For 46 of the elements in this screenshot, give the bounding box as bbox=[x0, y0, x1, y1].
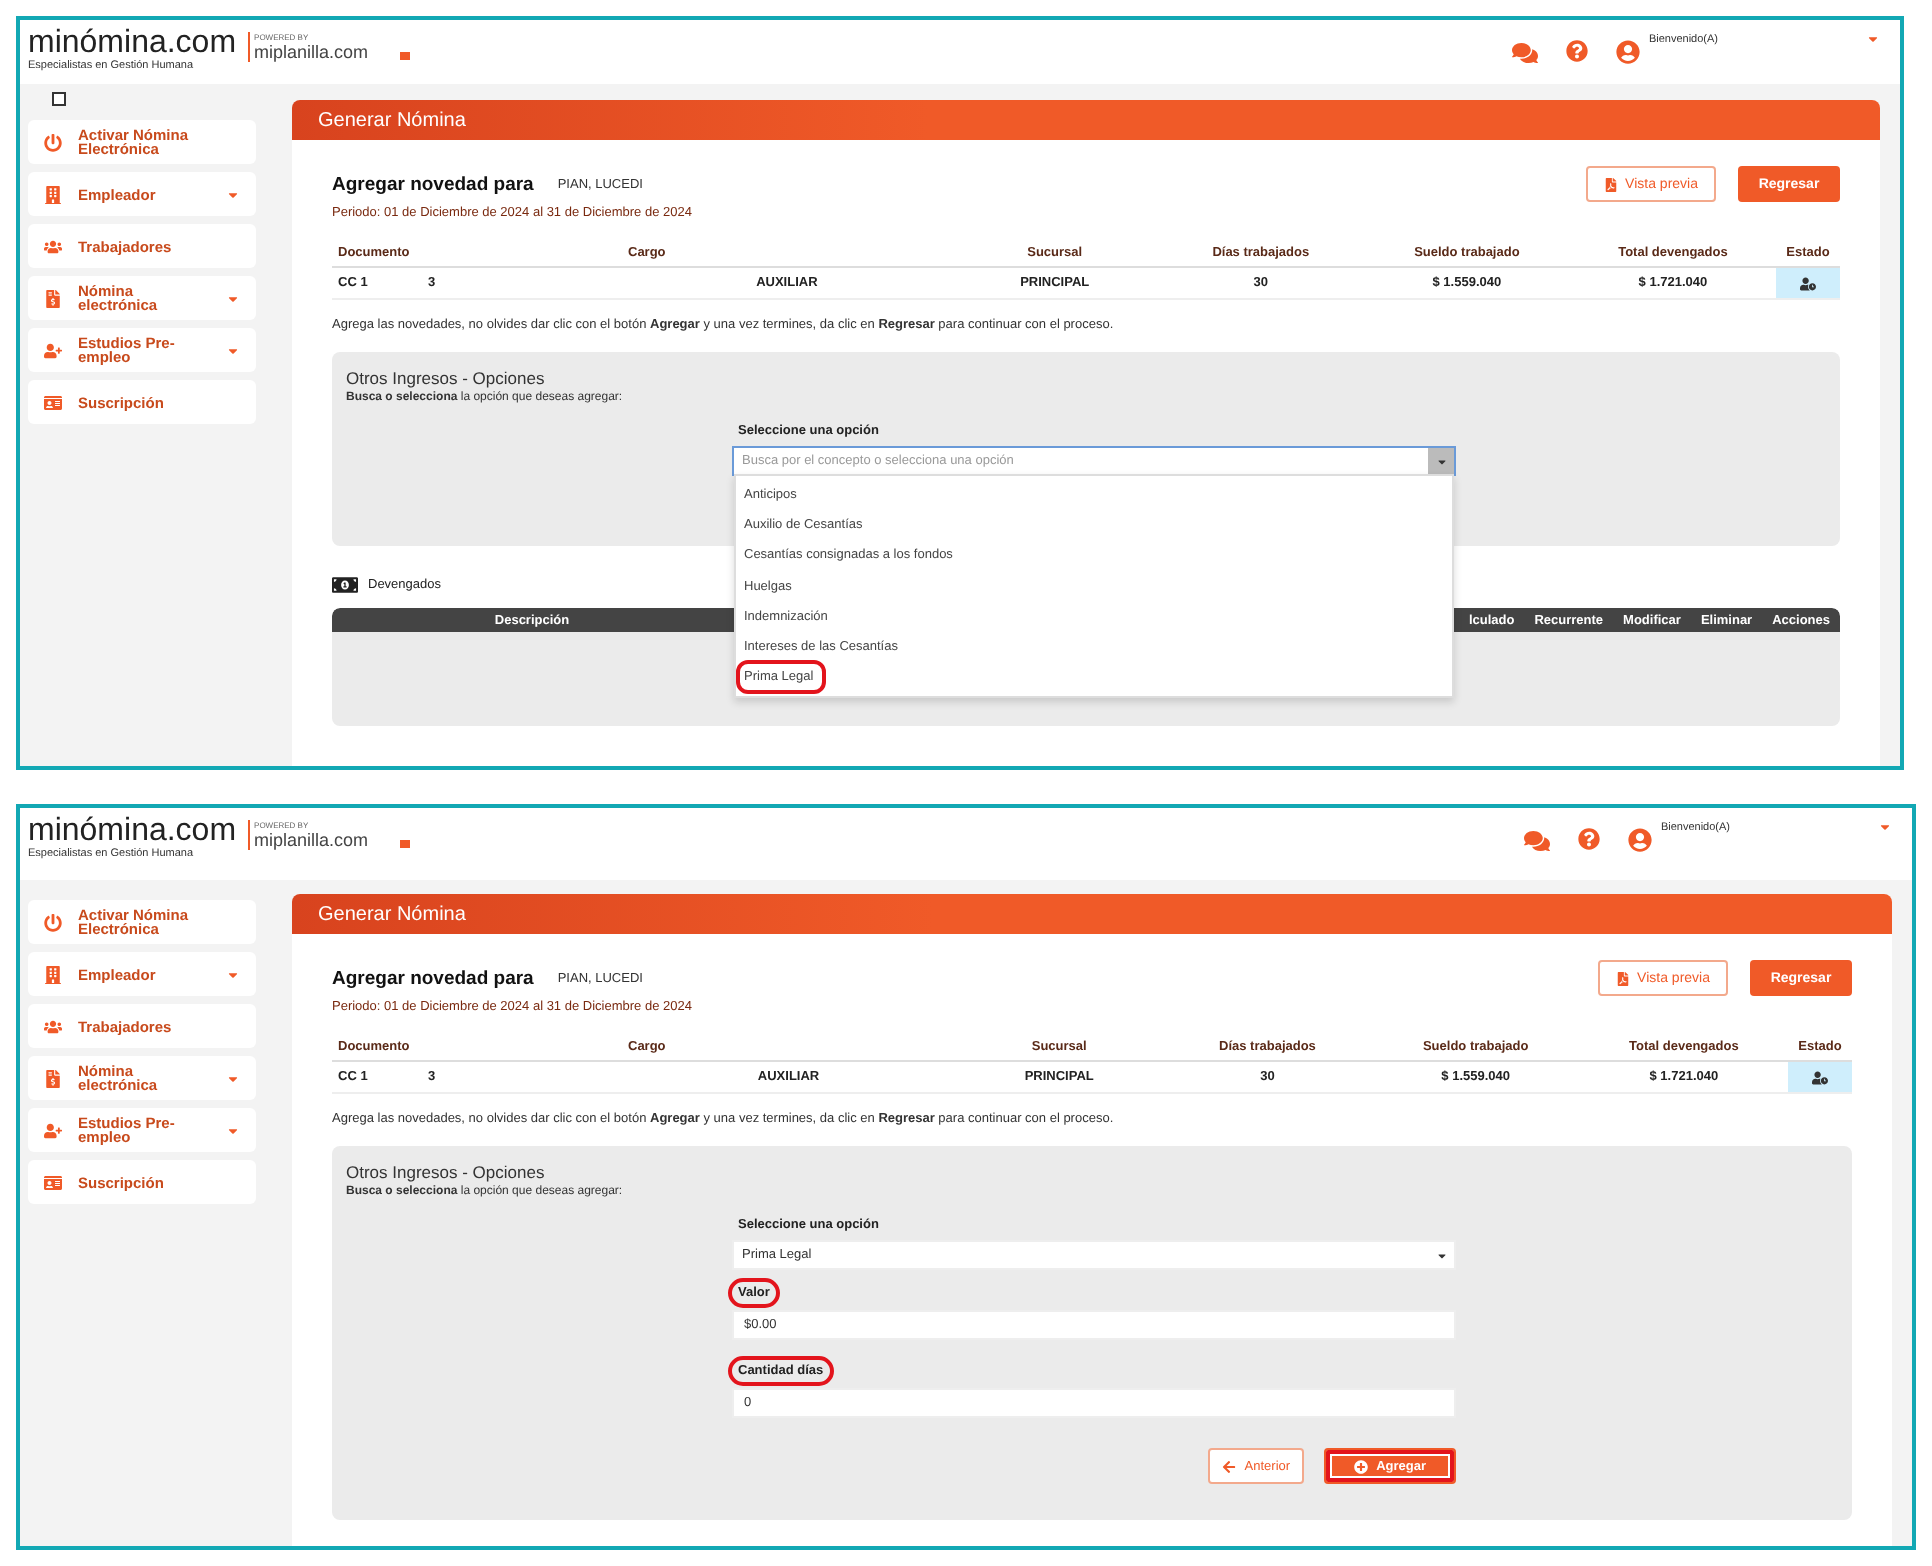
chat-icon[interactable] bbox=[1512, 40, 1539, 66]
user-plus-icon bbox=[44, 1121, 62, 1139]
help-icon[interactable] bbox=[1566, 40, 1589, 62]
chat-icon[interactable] bbox=[1524, 828, 1551, 854]
flag-icon bbox=[400, 52, 411, 60]
caret-icon bbox=[226, 1071, 240, 1085]
user-plus-icon bbox=[44, 341, 62, 359]
logo[interactable]: minómina.com bbox=[28, 816, 237, 848]
pdf-icon bbox=[1603, 177, 1618, 191]
id-card-icon bbox=[44, 393, 62, 411]
plus-icon bbox=[1354, 1459, 1369, 1473]
caret-icon bbox=[1435, 455, 1447, 467]
money-icon bbox=[332, 572, 358, 598]
power-icon bbox=[44, 913, 62, 931]
invoice-icon bbox=[44, 1069, 62, 1087]
users-icon bbox=[44, 1017, 62, 1035]
building-icon bbox=[44, 965, 62, 983]
section-heading: Agregar novedad para bbox=[332, 967, 534, 989]
user-avatar-icon[interactable] bbox=[1628, 828, 1653, 852]
caret-icon bbox=[226, 343, 240, 357]
options-title: Otros Ingresos - Opciones bbox=[346, 1162, 547, 1182]
pdf-icon bbox=[1615, 971, 1630, 985]
user-clock-icon bbox=[1800, 275, 1816, 291]
page-title: Generar Nómina bbox=[292, 894, 1892, 934]
section-heading: Agregar novedad para bbox=[332, 173, 534, 195]
id-card-icon bbox=[44, 1173, 62, 1191]
arrow-left-icon bbox=[1222, 1459, 1237, 1473]
flag-icon bbox=[400, 840, 411, 848]
user-avatar-icon[interactable] bbox=[1616, 40, 1641, 64]
caret-icon bbox=[226, 967, 240, 981]
caret-icon bbox=[226, 187, 240, 201]
user-clock-icon bbox=[1812, 1069, 1828, 1085]
caret-icon[interactable] bbox=[1866, 32, 1880, 46]
invoice-icon bbox=[44, 289, 62, 307]
help-icon[interactable] bbox=[1578, 828, 1601, 850]
checkbox[interactable] bbox=[52, 92, 66, 106]
logo[interactable]: minómina.com bbox=[28, 28, 237, 60]
power-icon bbox=[44, 133, 62, 151]
building-icon bbox=[44, 185, 62, 203]
caret-icon bbox=[1435, 1249, 1447, 1261]
caret-icon bbox=[226, 291, 240, 305]
users-icon bbox=[44, 237, 62, 255]
caret-icon bbox=[226, 1123, 240, 1137]
options-title: Otros Ingresos - Opciones bbox=[346, 368, 547, 388]
caret-icon[interactable] bbox=[1878, 820, 1892, 834]
page-title: Generar Nómina bbox=[292, 100, 1880, 140]
